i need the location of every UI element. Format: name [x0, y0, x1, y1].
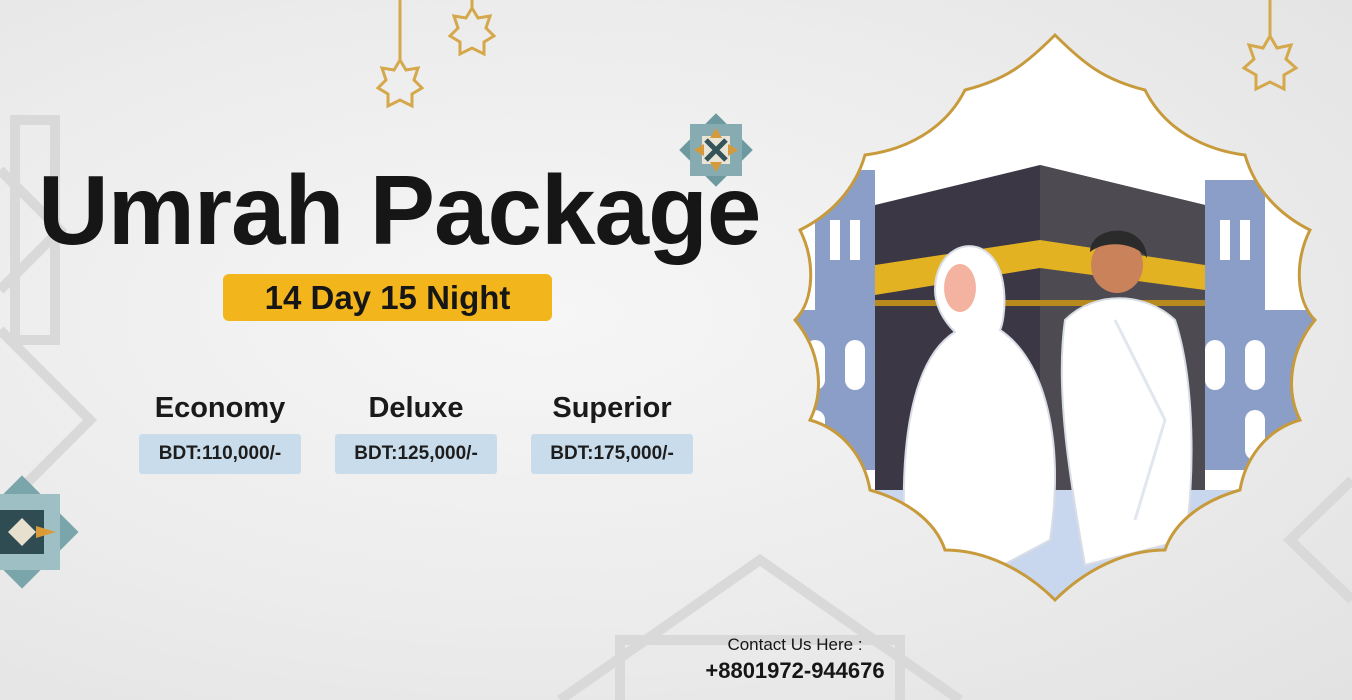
islamic-star-ornament-icon — [0, 475, 79, 589]
package-tier-superior: Superior BDT:175,000/- — [531, 388, 693, 474]
duration-badge: 14 Day 15 Night — [223, 274, 552, 321]
tier-name: Deluxe — [368, 392, 464, 424]
kaaba-pilgrims-illustration — [792, 32, 1318, 603]
package-tier-economy: Economy BDT:110,000/- — [139, 388, 301, 474]
tier-name: Economy — [154, 392, 286, 424]
contact-label: Contact Us Here : — [727, 635, 863, 654]
page-title: Umrah Package — [38, 155, 761, 265]
contact-block: Contact Us Here : +8801972-944676 — [650, 633, 940, 685]
tier-price: BDT:110,000/- — [139, 434, 301, 474]
package-tier-deluxe: Deluxe BDT:125,000/- — [335, 388, 497, 474]
tier-name: Superior — [552, 392, 672, 424]
tier-price: BDT:175,000/- — [531, 434, 693, 474]
contact-phone[interactable]: +8801972-944676 — [650, 657, 940, 685]
tier-price: BDT:125,000/- — [335, 434, 497, 474]
